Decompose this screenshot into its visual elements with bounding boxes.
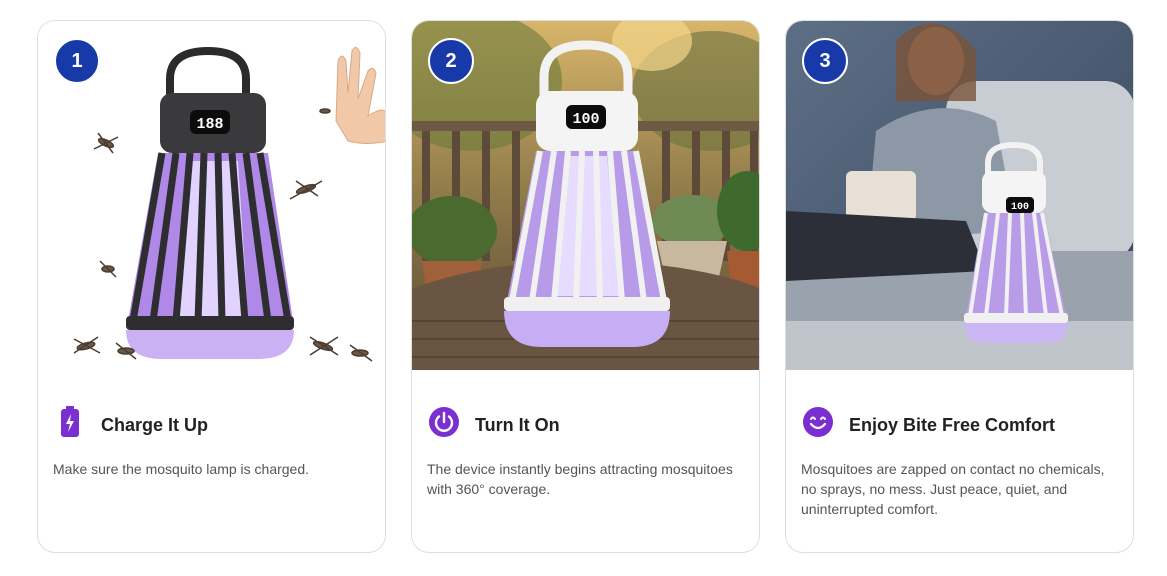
step-badge: 1 [54,38,100,84]
step-badge: 3 [802,38,848,84]
smile-icon [801,405,835,439]
card-title: Charge It Up [101,415,209,435]
lamp-display-reading: 100 [1011,202,1029,213]
product-image-lamp-on-patio-table: 100 2 [412,21,759,370]
card-description: The device instantly begins attracting m… [427,461,733,497]
lamp-display-reading: 100 [572,111,599,128]
card-description: Make sure the mosquito lamp is charged. [53,461,310,477]
product-image-lamp-with-mosquitoes: 188 1 [38,21,385,370]
step-card-3: 100 3 Enjoy Bite Free Comfort Mosquitoes… [785,20,1134,553]
card-title: Enjoy Bite Free Comfort [849,415,1056,435]
lamp-display-reading: 188 [196,116,223,133]
card-title: Turn It On [475,415,560,435]
card-description: Mosquitoes are zapped on contact no chem… [801,461,1105,517]
step-card-2: 100 2 Turn It On The device instantly be… [411,20,760,553]
step-card-1: 188 1 Charge It Up Make sure the mosquit… [37,20,386,553]
battery-charging-icon [53,405,87,439]
product-image-lamp-in-bedroom: 100 3 [786,21,1133,370]
step-badge: 2 [428,38,474,84]
power-icon [427,405,461,439]
